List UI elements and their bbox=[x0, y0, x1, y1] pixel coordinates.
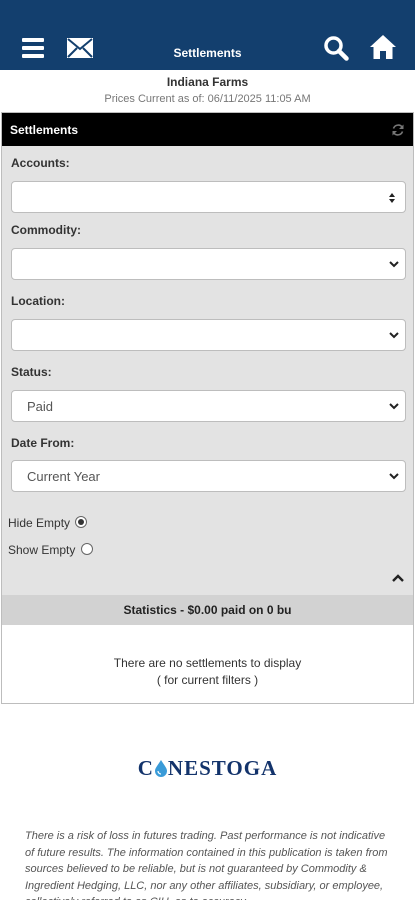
water-drop-icon bbox=[154, 760, 167, 777]
empty-filter-note: ( for current filters ) bbox=[156, 673, 259, 687]
date-from-select[interactable]: Current Year bbox=[11, 460, 406, 492]
refresh-icon[interactable] bbox=[391, 123, 405, 137]
search-icon[interactable] bbox=[323, 35, 349, 61]
date-from-select-value: Current Year bbox=[27, 469, 100, 484]
status-select-value: Paid bbox=[27, 399, 54, 414]
show-empty-option[interactable]: Show Empty bbox=[8, 543, 93, 557]
chevron-down-icon bbox=[389, 261, 399, 268]
risk-disclaimer: There is a risk of loss in futures tradi… bbox=[25, 830, 388, 900]
statistics-bar: Statistics - $0.00 paid on 0 bu bbox=[2, 595, 413, 625]
account-name: Indiana Farms bbox=[166, 75, 249, 89]
chevron-down-icon bbox=[389, 403, 399, 410]
hide-empty-option[interactable]: Hide Empty bbox=[8, 516, 88, 530]
hide-empty-radio[interactable] bbox=[75, 516, 88, 528]
location-label: Location: bbox=[11, 294, 65, 308]
empty-message: There are no settlements to display bbox=[113, 656, 302, 670]
panel-header: Settlements bbox=[2, 113, 413, 146]
empty-results: There are no settlements to display ( fo… bbox=[2, 625, 413, 703]
settlements-panel: Settlements Accounts: Commodity: Locatio… bbox=[1, 112, 414, 704]
accounts-label: Accounts: bbox=[11, 156, 70, 170]
logo-text-prefix: C bbox=[137, 756, 154, 780]
panel-title: Settlements bbox=[10, 123, 79, 137]
show-empty-radio[interactable] bbox=[80, 543, 93, 555]
conestoga-logo: C NESTOGA bbox=[0, 756, 415, 781]
home-icon[interactable] bbox=[369, 34, 397, 60]
top-nav-bar: Settlements bbox=[0, 0, 415, 70]
prices-current-timestamp: Prices Current as of: 06/11/2025 11:05 A… bbox=[104, 93, 311, 105]
select-arrows-icon bbox=[389, 193, 395, 203]
show-empty-label: Show Empty bbox=[8, 543, 76, 557]
commodity-label: Commodity: bbox=[11, 223, 81, 237]
page-title: Settlements bbox=[173, 46, 242, 60]
location-select[interactable] bbox=[11, 319, 406, 351]
logo-text-suffix: NESTOGA bbox=[167, 756, 278, 780]
chevron-down-icon bbox=[389, 473, 399, 480]
accounts-select[interactable] bbox=[11, 181, 406, 213]
chevron-down-icon bbox=[389, 332, 399, 339]
chevron-up-icon[interactable] bbox=[391, 573, 405, 583]
commodity-select[interactable] bbox=[11, 248, 406, 280]
status-label: Status: bbox=[11, 365, 52, 379]
date-from-label: Date From: bbox=[11, 436, 75, 450]
hide-empty-label: Hide Empty bbox=[8, 516, 71, 530]
status-select[interactable]: Paid bbox=[11, 390, 406, 422]
